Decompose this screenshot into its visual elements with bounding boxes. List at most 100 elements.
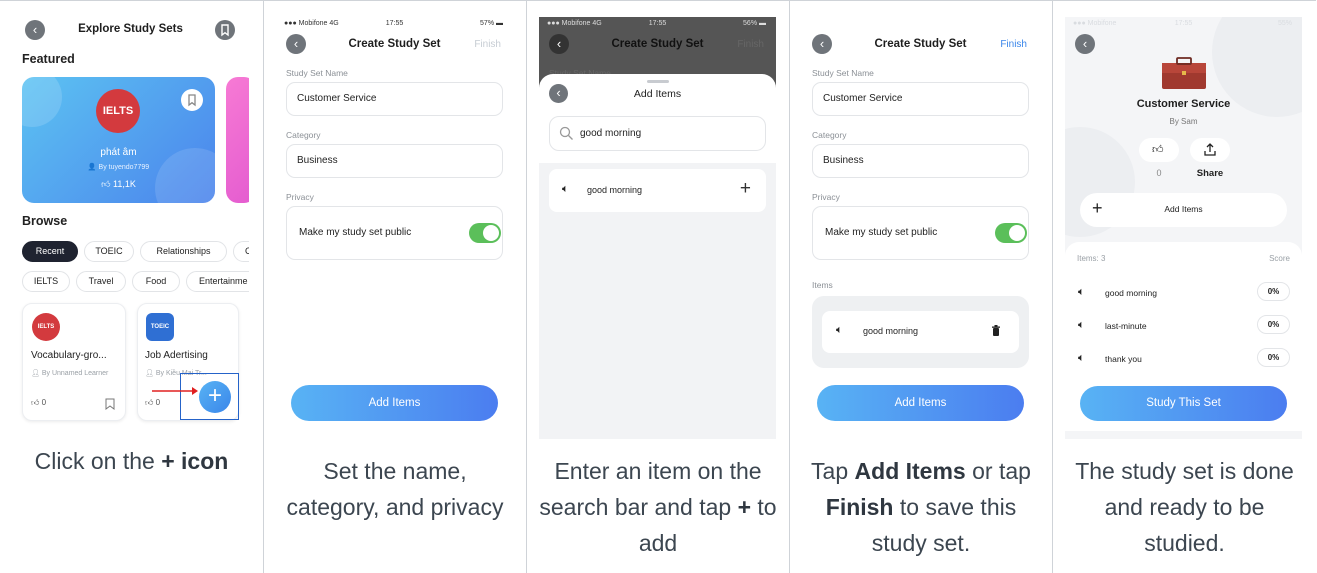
add-items-button[interactable]: Add Items: [291, 385, 498, 421]
status-time: 17:55: [385, 20, 404, 27]
chip-ielts[interactable]: IELTS: [22, 271, 70, 292]
featured-name: phát âm: [100, 147, 137, 158]
ielts-badge: IELTS: [32, 313, 60, 341]
speaker-icon[interactable]: 🔈︎: [1078, 352, 1085, 365]
speaker-icon[interactable]: 🔈︎: [562, 183, 569, 196]
chip-relationships[interactable]: Relationships: [140, 241, 227, 262]
bookmark-icon: [221, 24, 229, 37]
add-plus-icon[interactable]: +: [740, 178, 751, 200]
caption-text-end: to save this study set.: [871, 494, 1017, 556]
name-field[interactable]: Customer Service: [812, 82, 1029, 116]
caption-bold: Add Items: [854, 458, 966, 484]
page-title: Explore Study Sets: [78, 23, 183, 35]
share-label: Share: [1196, 168, 1224, 179]
items-list: 🔈︎ good morning: [812, 296, 1029, 368]
item-word: good morning: [1105, 288, 1157, 298]
privacy-text: Make my study set public: [825, 227, 938, 238]
card-likes-text: 0: [155, 398, 161, 407]
item-row[interactable]: 🔈︎ good morning: [822, 311, 1019, 353]
item-row[interactable]: 🔈︎ thank you 0%: [1077, 348, 1290, 370]
chip-entertainment[interactable]: Entertainme: [186, 271, 249, 292]
sheet-handle[interactable]: [647, 80, 669, 83]
study-set-title: Customer Service: [1136, 98, 1231, 110]
bookmark-icon: [188, 94, 196, 107]
section-browse: Browse: [22, 214, 68, 228]
battery: 56% ▬: [743, 20, 766, 27]
status-time: 17:55: [1174, 20, 1193, 27]
item-row[interactable]: 🔈︎ good morning 0%: [1077, 282, 1290, 304]
finish-button[interactable]: Finish: [474, 39, 501, 50]
status-bar: ●●● Mobifone 4G 17:55 56% ▬: [539, 17, 776, 31]
name-label: Study Set Name: [812, 68, 874, 78]
like-button[interactable]: 👍︎: [1139, 138, 1179, 162]
share-button[interactable]: [1190, 138, 1230, 162]
thumbs-up-icon: 👍︎: [1152, 144, 1164, 156]
user-icon: 👤︎: [31, 370, 40, 377]
card-title: Vocabulary-gro...: [31, 350, 107, 361]
featured-author-text: By tuyendo7799: [98, 164, 150, 171]
search-value: good morning: [580, 128, 642, 139]
add-items-sheet: ‹ Add Items good morning 🔈︎ good morning…: [539, 74, 776, 439]
add-items-button[interactable]: Add Items: [817, 385, 1024, 421]
featured-card-next[interactable]: [226, 77, 249, 203]
study-set-card[interactable]: IELTS Vocabulary-gro... 👤︎ By Unnamed Le…: [22, 303, 126, 421]
card-author: 👤︎ By Unnamed Learner: [31, 369, 108, 377]
chip-travel[interactable]: Travel: [76, 271, 126, 292]
bookmark-button[interactable]: [215, 20, 235, 40]
result-item[interactable]: 🔈︎ good morning +: [549, 169, 766, 212]
featured-likes-text: 11,1K: [113, 179, 136, 189]
speaker-icon[interactable]: 🔈︎: [836, 324, 843, 337]
plus-icon: +: [207, 382, 222, 409]
caption-text-mid: or tap: [965, 458, 1031, 484]
public-toggle[interactable]: [469, 223, 501, 243]
caption-text: Click on the: [34, 448, 162, 474]
thumbs-up-icon: 👍︎: [101, 179, 111, 189]
caption-text: Enter an item on the search bar and tap: [539, 458, 762, 520]
speaker-icon[interactable]: 🔈︎: [1078, 286, 1085, 299]
trash-icon[interactable]: [991, 325, 1001, 337]
caption-bold: Finish: [825, 494, 894, 520]
chip-recent[interactable]: Recent: [22, 241, 78, 262]
sheet-title: Add Items: [633, 88, 682, 100]
chip-food[interactable]: Food: [132, 271, 180, 292]
add-items-row[interactable]: + Add Items: [1080, 193, 1287, 227]
card-title: Job Adertising: [145, 350, 208, 361]
item-word: last-minute: [1105, 321, 1147, 331]
create-study-set-screen: ‹ Create Study Set Finish Study Set Name…: [802, 17, 1039, 439]
items-panel: Items: 3 Score 🔈︎ good morning 0% 🔈︎ las…: [1065, 242, 1302, 431]
category-field[interactable]: Business: [812, 144, 1029, 178]
featured-card[interactable]: IELTS phát âm 👤 By tuyendo7799 👍︎ 11,1K: [22, 77, 215, 203]
caption-bold: +: [737, 494, 752, 520]
step-5-panel: ●●● Mobifone 17:55 55% ‹ Customer Servic…: [1052, 0, 1316, 573]
bookmark-icon[interactable]: [105, 398, 115, 410]
privacy-label: Privacy: [286, 192, 314, 202]
item-row[interactable]: 🔈︎ last-minute 0%: [1077, 315, 1290, 337]
briefcase-icon: [1162, 57, 1206, 89]
study-set-author: By Sam: [1169, 117, 1198, 126]
step-2-panel: ●●● Mobifone 4G 17:55 57% ▬ ‹ Create Stu…: [263, 0, 526, 573]
caption: Tap Add Items or tap Finish to save this…: [790, 453, 1052, 561]
back-button[interactable]: ‹: [1075, 34, 1095, 54]
thumbs-up-icon: 👍︎: [145, 398, 154, 407]
score-badge: 0%: [1257, 282, 1290, 301]
battery-text: 56%: [743, 20, 758, 27]
public-toggle[interactable]: [995, 223, 1027, 243]
privacy-label: Privacy: [812, 192, 840, 202]
chip-toeic[interactable]: TOEIC: [84, 241, 134, 262]
card-author-text: By Unnamed Learner: [41, 370, 109, 377]
search-input[interactable]: good morning: [549, 116, 766, 151]
finish-button[interactable]: Finish: [1000, 39, 1027, 50]
name-field[interactable]: Customer Service: [286, 82, 503, 116]
items-label: Items: [812, 280, 833, 290]
category-field[interactable]: Business: [286, 144, 503, 178]
status-bar: ●●● Mobifone 4G 17:55 57% ▬: [276, 17, 513, 31]
speaker-icon[interactable]: 🔈︎: [1078, 319, 1085, 332]
items-count: Items: 3: [1077, 254, 1106, 263]
bookmark-card-button[interactable]: [181, 89, 203, 111]
study-this-set-button[interactable]: Study This Set: [1080, 386, 1287, 421]
item-text: good morning: [863, 326, 919, 336]
add-study-set-button[interactable]: +: [199, 381, 231, 413]
chip-partial[interactable]: C: [233, 241, 249, 262]
score-badge: 0%: [1257, 315, 1290, 334]
toeic-badge: TOEIC: [146, 313, 174, 341]
